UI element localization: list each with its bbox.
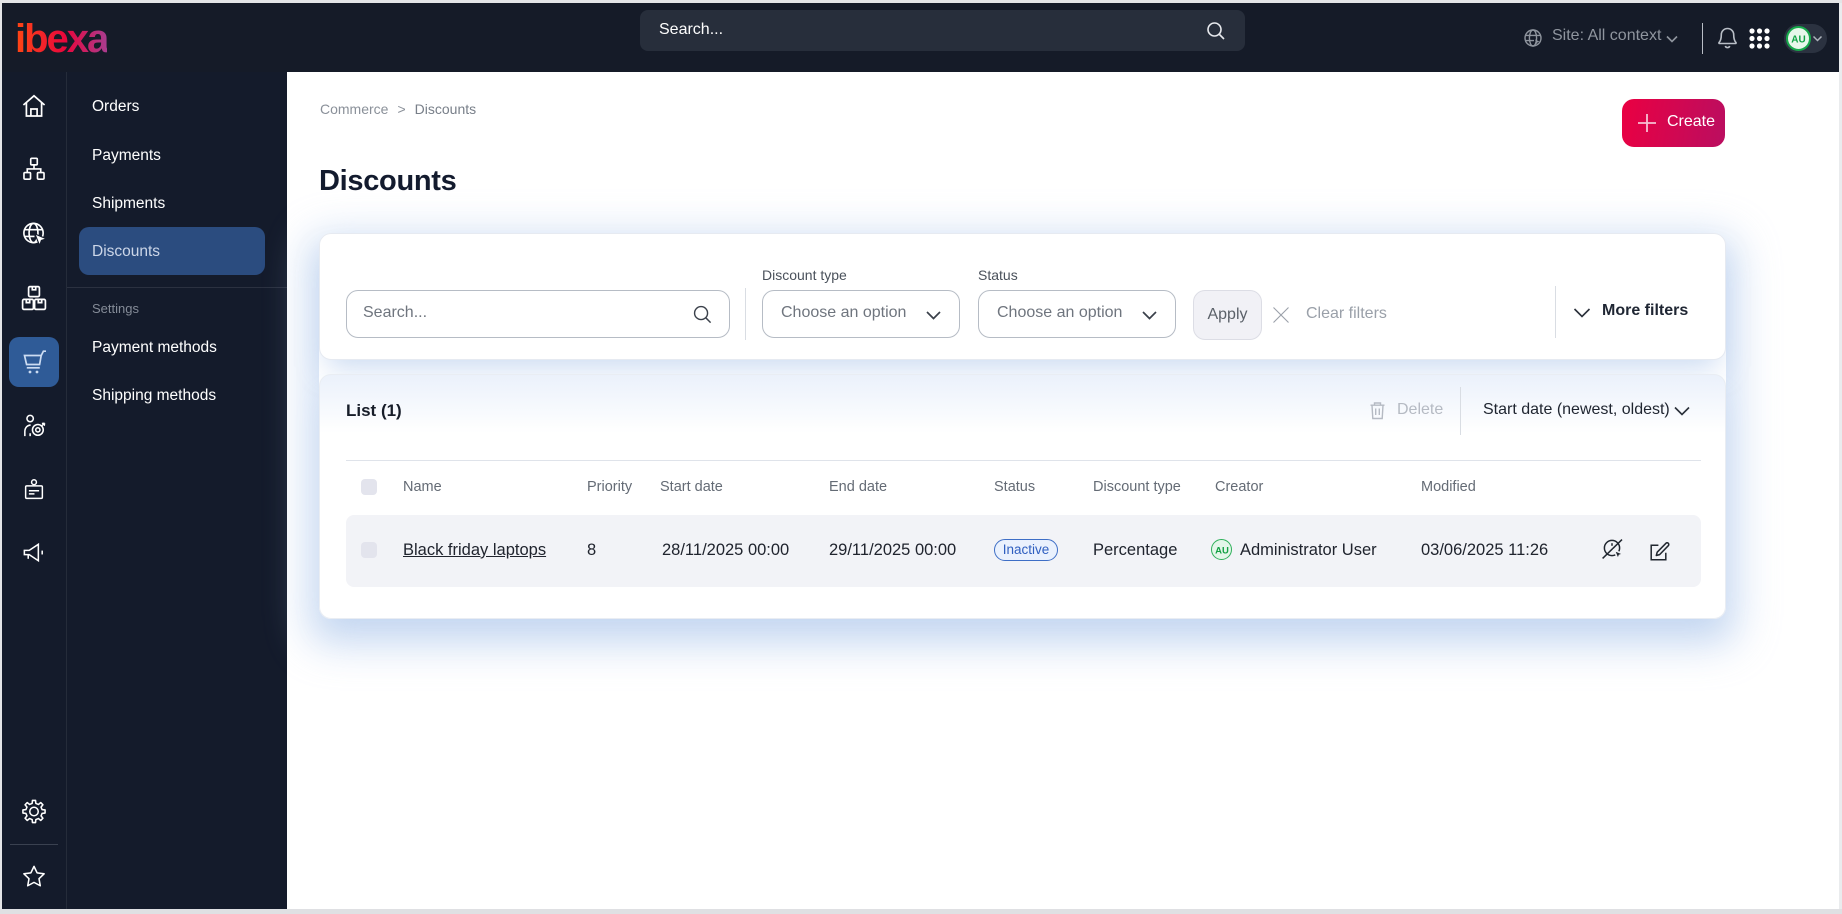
svg-text:AU: AU [1791,35,1805,46]
svg-text:AU: AU [1215,545,1229,556]
